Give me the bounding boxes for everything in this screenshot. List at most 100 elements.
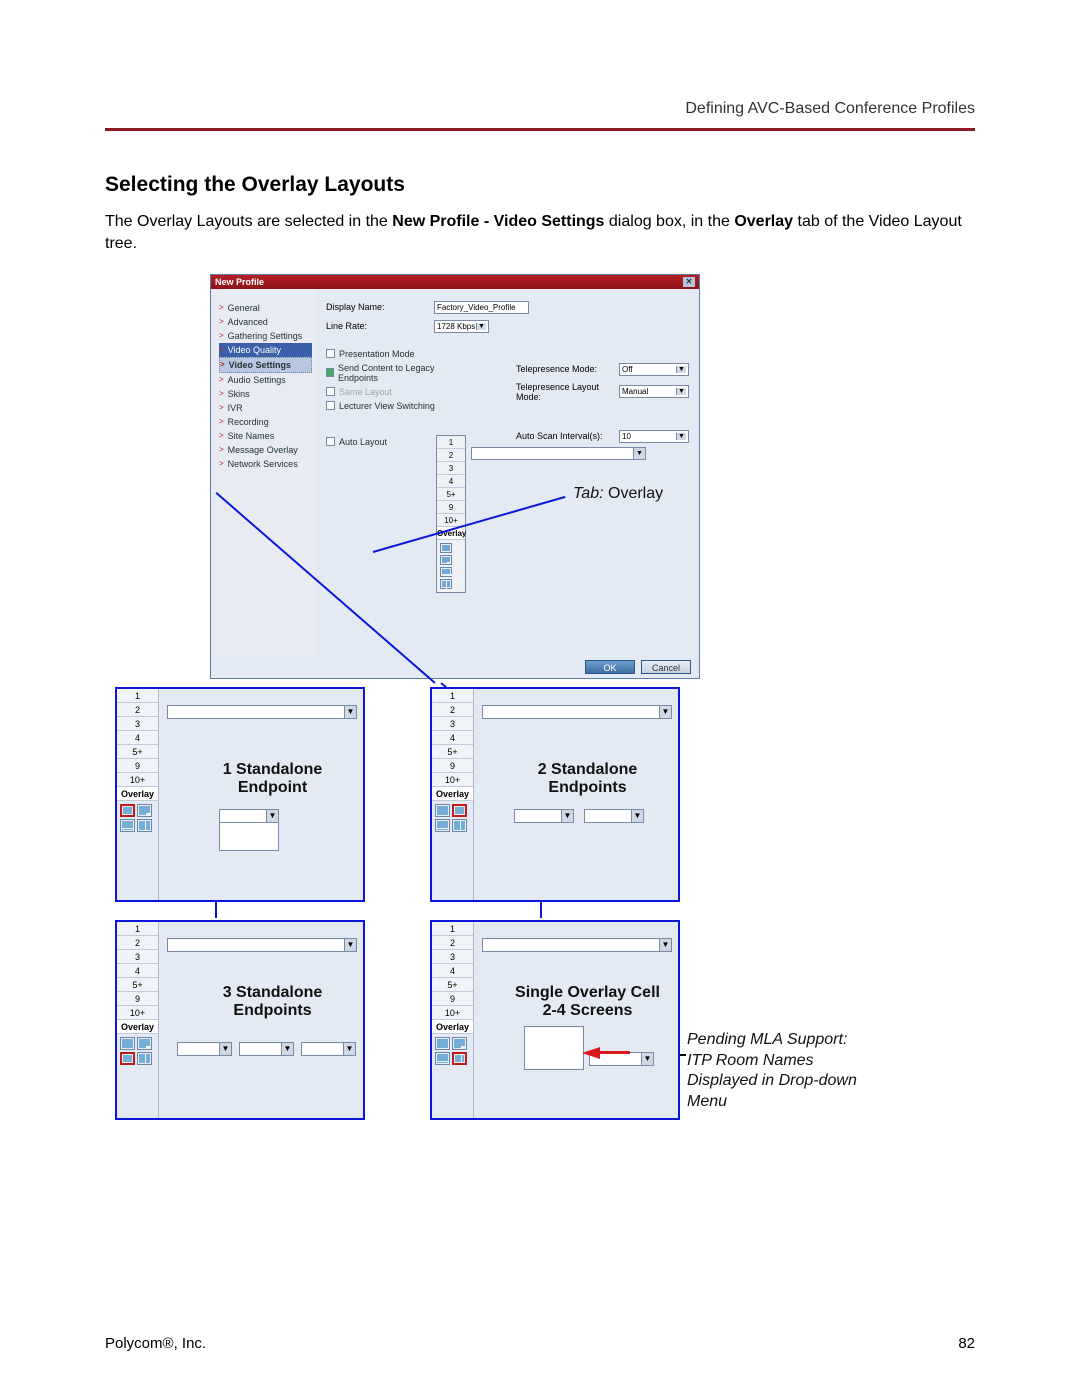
panel-mini-selector[interactable]: ▼ xyxy=(177,1042,232,1056)
tab-3[interactable]: 3 xyxy=(432,717,473,731)
input-display-name[interactable] xyxy=(434,301,529,314)
nav-item-message-overlay[interactable]: >Message Overlay xyxy=(219,443,312,457)
select-tp-layout[interactable]: Manual▼ xyxy=(619,385,689,398)
tab-9[interactable]: 9 xyxy=(432,759,473,773)
check-send-content[interactable]: Send Content to Legacy Endpoints xyxy=(326,363,456,383)
checkbox-icon xyxy=(326,387,335,396)
panel-selector[interactable]: ▼ xyxy=(482,938,672,952)
tab-1[interactable]: 1 xyxy=(117,922,158,936)
tab-9[interactable]: 9 xyxy=(432,992,473,1006)
layout-icon[interactable] xyxy=(440,543,452,553)
tab-10p[interactable]: 10+ xyxy=(117,1006,158,1020)
nav-item-video-quality[interactable]: >Video Quality xyxy=(219,343,312,357)
panel-mini-selector[interactable]: ▼ xyxy=(584,809,644,823)
nav-item-recording[interactable]: >Recording xyxy=(219,415,312,429)
layout-icon[interactable] xyxy=(452,819,467,832)
tab-overlay[interactable]: Overlay xyxy=(117,787,158,801)
tab-1[interactable]: 1 xyxy=(432,689,473,703)
layout-icon[interactable] xyxy=(440,579,452,589)
tab-9[interactable]: 9 xyxy=(117,992,158,1006)
chevron-down-icon: ▼ xyxy=(266,810,278,822)
tab-overlay[interactable]: Overlay xyxy=(117,1020,158,1034)
tab-3[interactable]: 3 xyxy=(437,462,465,475)
panel-selector[interactable]: ▼ xyxy=(482,705,672,719)
layout-icon[interactable] xyxy=(120,1052,135,1065)
layout-icon[interactable] xyxy=(137,1052,152,1065)
tab-2[interactable]: 2 xyxy=(117,936,158,950)
select-line-rate[interactable]: 1728 Kbps▼ xyxy=(434,320,489,333)
layout-icon[interactable] xyxy=(452,1037,467,1050)
tab-2[interactable]: 2 xyxy=(437,449,465,462)
callout-panel-1: 1 2 3 4 5+ 9 10+ Overlay ▼ ▼ 1 xyxy=(115,687,365,902)
check-presentation[interactable]: Presentation Mode xyxy=(326,349,456,359)
layout-icon[interactable] xyxy=(435,1052,450,1065)
layout-icon[interactable] xyxy=(120,1037,135,1050)
nav-item-video-settings[interactable]: >Video Settings xyxy=(219,357,312,373)
tab-3[interactable]: 3 xyxy=(117,717,158,731)
tab-4[interactable]: 4 xyxy=(432,964,473,978)
tab-2[interactable]: 2 xyxy=(117,703,158,717)
tab-4[interactable]: 4 xyxy=(437,475,465,488)
layout-selector[interactable]: ▼ xyxy=(471,447,646,460)
nav-item-advanced[interactable]: >Advanced xyxy=(219,315,312,329)
layout-icon[interactable] xyxy=(137,819,152,832)
nav-item-ivr[interactable]: >IVR xyxy=(219,401,312,415)
panel-selector[interactable]: ▼ xyxy=(167,705,357,719)
nav-item-site-names[interactable]: >Site Names xyxy=(219,429,312,443)
check-lecturer[interactable]: Lecturer View Switching xyxy=(326,401,456,411)
tab-4[interactable]: 4 xyxy=(117,731,158,745)
cancel-button[interactable]: Cancel xyxy=(641,660,691,674)
nav-item-gathering[interactable]: >Gathering Settings xyxy=(219,329,312,343)
layout-icon[interactable] xyxy=(435,819,450,832)
tab-10p[interactable]: 10+ xyxy=(432,773,473,787)
close-icon[interactable]: ✕ xyxy=(683,277,695,287)
arrow-icon: > xyxy=(219,375,224,384)
select-auto-scan[interactable]: 10▼ xyxy=(619,430,689,443)
tab-5p[interactable]: 5+ xyxy=(437,488,465,501)
tab-2[interactable]: 2 xyxy=(432,703,473,717)
tab-1[interactable]: 1 xyxy=(432,922,473,936)
body-text-pre: The Overlay Layouts are selected in the xyxy=(105,213,392,230)
layout-icon[interactable] xyxy=(440,555,452,565)
tab-4[interactable]: 4 xyxy=(432,731,473,745)
nav-item-audio[interactable]: >Audio Settings xyxy=(219,373,312,387)
layout-icon[interactable] xyxy=(435,804,450,817)
tab-3[interactable]: 3 xyxy=(432,950,473,964)
layout-icon[interactable] xyxy=(440,567,452,577)
tab-4[interactable]: 4 xyxy=(117,964,158,978)
layout-icon[interactable] xyxy=(120,819,135,832)
layout-icon[interactable] xyxy=(452,804,467,817)
arrow-icon: > xyxy=(219,459,224,468)
footer-left: Polycom®, Inc. xyxy=(105,1335,206,1352)
nav-item-general[interactable]: >General xyxy=(219,301,312,315)
panel-mini-selector[interactable]: ▼ xyxy=(219,809,279,823)
tab-5p[interactable]: 5+ xyxy=(117,745,158,759)
tab-overlay[interactable]: Overlay xyxy=(432,787,473,801)
nav-item-skins[interactable]: >Skins xyxy=(219,387,312,401)
layout-icon[interactable] xyxy=(120,804,135,817)
layout-icon[interactable] xyxy=(435,1037,450,1050)
panel-selector[interactable]: ▼ xyxy=(167,938,357,952)
tab-9[interactable]: 9 xyxy=(117,759,158,773)
layout-icon[interactable] xyxy=(137,1037,152,1050)
layout-icon[interactable] xyxy=(452,1052,467,1065)
panel-mini-selector[interactable]: ▼ xyxy=(301,1042,356,1056)
nav-label: Skins xyxy=(228,389,250,399)
layout-icon[interactable] xyxy=(137,804,152,817)
tab-10p[interactable]: 10+ xyxy=(117,773,158,787)
panel-mini-selector[interactable]: ▼ xyxy=(239,1042,294,1056)
tab-1[interactable]: 1 xyxy=(117,689,158,703)
tab-overlay[interactable]: Overlay xyxy=(432,1020,473,1034)
tab-5p[interactable]: 5+ xyxy=(117,978,158,992)
tab-5p[interactable]: 5+ xyxy=(432,745,473,759)
tab-1[interactable]: 1 xyxy=(437,436,465,449)
tab-5p[interactable]: 5+ xyxy=(432,978,473,992)
tab-3[interactable]: 3 xyxy=(117,950,158,964)
tab-10p[interactable]: 10+ xyxy=(432,1006,473,1020)
ok-button[interactable]: OK xyxy=(585,660,635,674)
tab-9[interactable]: 9 xyxy=(437,501,465,514)
nav-item-network[interactable]: >Network Services xyxy=(219,457,312,471)
select-tp-mode[interactable]: Off▼ xyxy=(619,363,689,376)
tab-2[interactable]: 2 xyxy=(432,936,473,950)
panel-mini-selector[interactable]: ▼ xyxy=(514,809,574,823)
